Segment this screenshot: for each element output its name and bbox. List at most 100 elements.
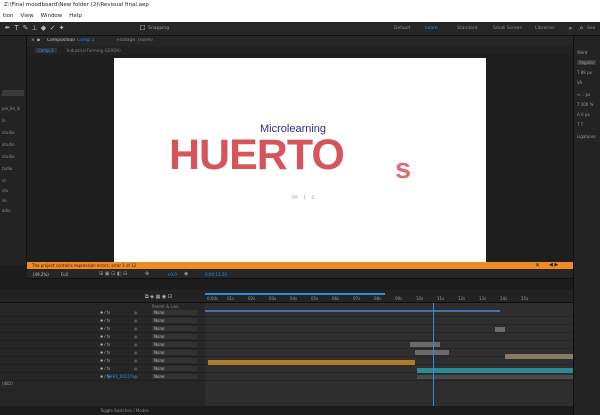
parent-pickwhip-icon[interactable]: ◎: [134, 334, 138, 339]
workspace-standard[interactable]: Standard: [457, 26, 477, 31]
track-row[interactable]: [205, 333, 573, 341]
workspace-default[interactable]: Default: [394, 26, 410, 31]
search-input[interactable]: Sea: [587, 26, 595, 31]
layer-bar[interactable]: [208, 360, 415, 365]
layer-row[interactable]: ✱ ⁄ fx ◎ None: [0, 317, 205, 325]
text-tool-icon[interactable]: T: [13, 25, 20, 32]
layer-bar[interactable]: [417, 368, 573, 373]
layer-bar[interactable]: [417, 375, 573, 379]
parent-pickwhip-icon[interactable]: ◎: [134, 358, 138, 363]
lock-icon[interactable]: ▪: [37, 38, 40, 43]
layer-row[interactable]: ✱ ⁄ fx ◎ None: [0, 309, 205, 317]
project-item[interactable]: lo: [2, 118, 6, 123]
parent-pickwhip-icon[interactable]: ◎: [134, 342, 138, 347]
composition-canvas[interactable]: Microlearning HUERTO s m i c: [114, 58, 486, 266]
parent-select[interactable]: None: [152, 326, 197, 331]
track-row[interactable]: [205, 341, 573, 349]
menu-item-animation[interactable]: tion: [3, 13, 14, 22]
layer-row[interactable]: ✱ ⁄ fx ◎ None: [0, 373, 205, 381]
parent-select[interactable]: None: [152, 310, 197, 315]
close-icon[interactable]: ×: [31, 38, 35, 43]
brush-tool-icon[interactable]: ✎: [22, 25, 29, 32]
project-item[interactable]: ile: [2, 198, 7, 203]
parent-pickwhip-icon[interactable]: ◎: [134, 326, 138, 331]
menu-item-help[interactable]: Help: [69, 13, 82, 22]
stamp-tool-icon[interactable]: ⊥: [31, 25, 38, 32]
parent-pickwhip-icon[interactable]: ◎: [134, 374, 138, 379]
menu-item-view[interactable]: View: [21, 13, 34, 22]
camera-icon[interactable]: ✤: [145, 271, 149, 277]
work-area-bar[interactable]: [205, 293, 385, 295]
layer-row[interactable]: ✱ ⁄ fx ◎ None: [0, 325, 205, 333]
ligatures-checkbox[interactable]: Ligatures: [577, 134, 596, 139]
toggle-switches-modes[interactable]: Toggle Switches / Modes: [100, 408, 149, 413]
project-item[interactable]: ple_lle_lo: [2, 106, 20, 111]
search-icon[interactable]: ⌕: [578, 25, 585, 32]
layer-switches-icon[interactable]: ✱ ⁄ fx: [100, 342, 110, 347]
chevron-more-icon[interactable]: »: [567, 25, 574, 32]
view-options-icon[interactable]: ⊞ ▣ ⊡ ◧ ⊟: [99, 271, 127, 277]
parent-pickwhip-icon[interactable]: ◎: [134, 318, 138, 323]
layer-switches-icon[interactable]: ✱ ⁄ fx: [100, 350, 110, 355]
timeline-tools-icon[interactable]: ⧉ ◈ ▦ ◉ ⊡: [145, 294, 172, 300]
composition-tab-comp-name[interactable]: Comp 1: [77, 38, 94, 43]
faux-bold-italic-buttons[interactable]: T T: [577, 122, 583, 127]
layer-bar[interactable]: [505, 354, 573, 359]
timecode[interactable]: 0:00:13:20: [205, 272, 227, 277]
stroke-width-field[interactable]: ≡ .. px: [577, 92, 590, 97]
font-style-field[interactable]: Regular: [577, 60, 597, 65]
close-warning-icon[interactable]: ✕: [535, 262, 540, 269]
parent-select[interactable]: None: [152, 334, 197, 339]
project-item[interactable]: xtudio: [2, 142, 15, 147]
snapshot-icon[interactable]: ◉: [184, 271, 188, 277]
project-item[interactable]: xtudio: [2, 130, 15, 135]
project-item[interactable]: xtudio: [2, 154, 15, 159]
layer-bar[interactable]: [410, 342, 440, 347]
menu-item-window[interactable]: Window: [41, 13, 63, 22]
font-size-field[interactable]: T 89 px: [577, 70, 592, 75]
parent-select[interactable]: None: [152, 318, 197, 323]
view-tab-industrial[interactable]: Industrial Farming (LEADA): [67, 48, 121, 53]
layer-row[interactable]: ✱ ⁄ fx ◎ None: [0, 357, 205, 365]
parent-pickwhip-icon[interactable]: ◎: [134, 366, 138, 371]
layer-switches-icon[interactable]: ✱ ⁄ fx: [100, 318, 110, 323]
roto-tool-icon[interactable]: ✓: [49, 25, 56, 32]
parent-pickwhip-icon[interactable]: ◎: [134, 350, 138, 355]
parent-select[interactable]: None: [152, 366, 197, 371]
parent-select[interactable]: None: [152, 374, 197, 379]
track-row[interactable]: [205, 325, 573, 333]
parent-select[interactable]: None: [152, 358, 197, 363]
eraser-tool-icon[interactable]: ◆: [40, 25, 47, 32]
highlighted-layer-name[interactable]: [HEX_001].fx: [108, 374, 134, 379]
project-item[interactable]: xt: [2, 178, 6, 183]
layer-switches-icon[interactable]: ✱ ⁄ fx: [100, 366, 110, 371]
layer-bar[interactable]: [495, 327, 505, 332]
timeline-tracks[interactable]: [205, 303, 573, 406]
layer-row[interactable]: ✱ ⁄ fx ◎ None: [0, 349, 205, 357]
project-item[interactable]: adio: [2, 208, 11, 213]
project-item[interactable]: xtu: [2, 188, 8, 193]
layer-row[interactable]: ✱ ⁄ fx ◎ None: [0, 365, 205, 373]
layer-switches-icon[interactable]: ✱ ⁄ fx: [100, 310, 110, 315]
parent-pickwhip-icon[interactable]: ◎: [134, 310, 138, 315]
workspace-learn[interactable]: Learn: [425, 26, 438, 31]
playhead[interactable]: [433, 303, 434, 406]
workspace-libraries[interactable]: Libraries: [535, 26, 554, 31]
snapping-checkbox[interactable]: ☐: [139, 25, 146, 32]
layer-row[interactable]: ✱ ⁄ fx ◎ None: [0, 341, 205, 349]
vertical-scale-field[interactable]: T 100 %: [577, 102, 593, 107]
layer-bar[interactable]: [415, 350, 449, 355]
font-family-field[interactable]: Word: [577, 50, 587, 55]
layer-row[interactable]: ✱ ⁄ fx ◎ None: [0, 333, 205, 341]
project-search-field[interactable]: [2, 90, 24, 96]
track-row[interactable]: [205, 317, 573, 325]
layer-switches-icon[interactable]: ✱ ⁄ fx: [100, 334, 110, 339]
project-item[interactable]: tudio: [2, 166, 12, 171]
parent-select[interactable]: None: [152, 342, 197, 347]
composition-tab-label[interactable]: Composition: [47, 38, 75, 43]
view-tab-comp1[interactable]: Comp 1: [35, 48, 57, 53]
baseline-shift-field[interactable]: A 0 px: [577, 112, 590, 117]
parent-select[interactable]: None: [152, 350, 197, 355]
zoom-level[interactable]: (49.2%): [33, 272, 49, 277]
layer-switches-icon[interactable]: ✱ ⁄ fx: [100, 358, 110, 363]
